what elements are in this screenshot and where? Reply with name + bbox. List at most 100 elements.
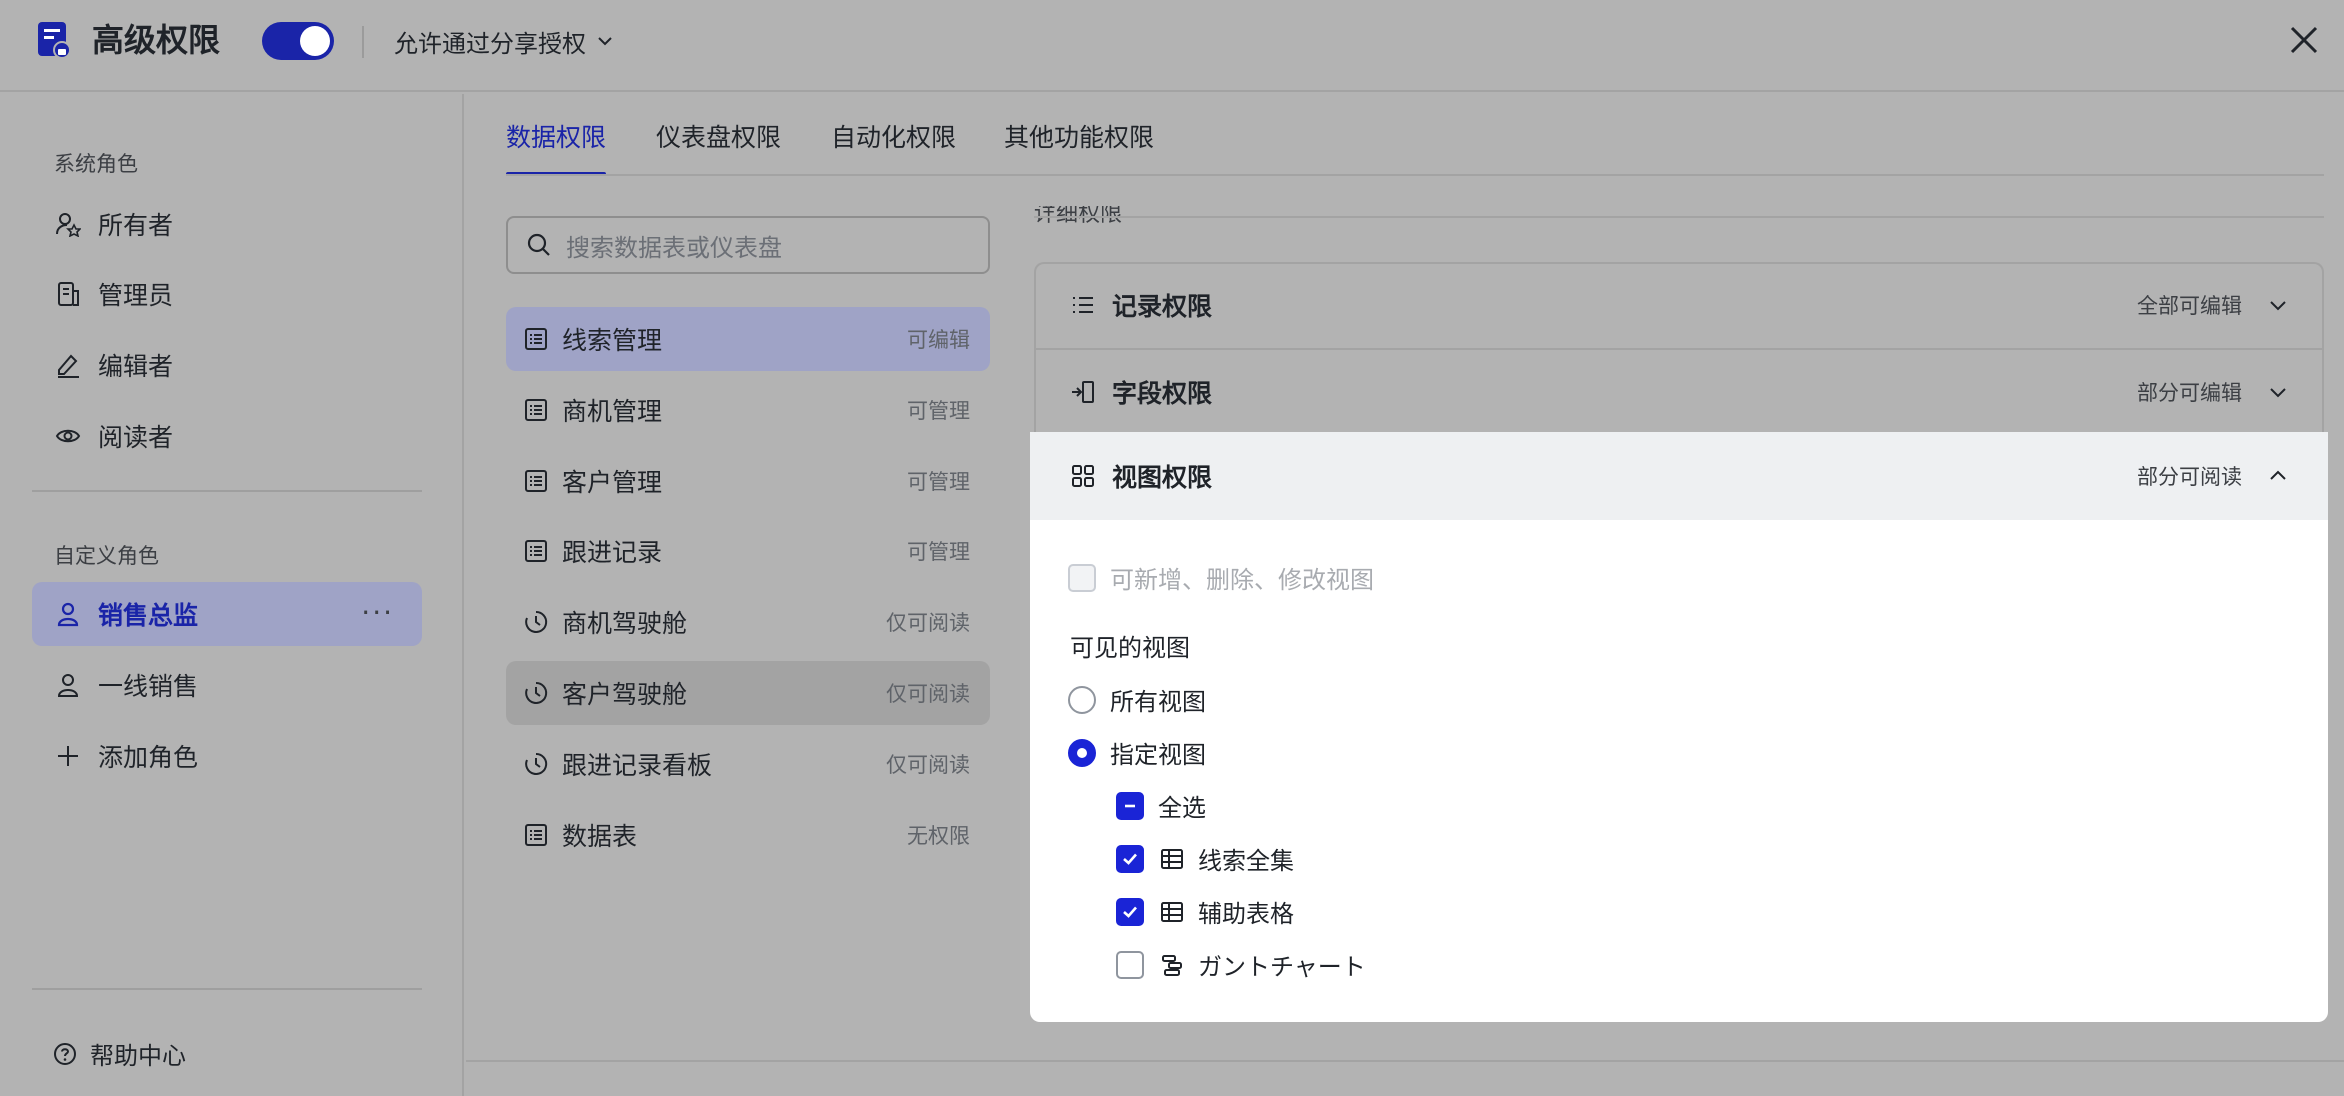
modify-views-checkbox: 可新增、删除、修改视图: [1068, 560, 1374, 595]
table-name: 商机驾驶舱: [562, 609, 688, 638]
list-item[interactable]: 客户驾驶舱 仅可阅读: [506, 661, 990, 725]
view-checkbox-item[interactable]: 线索全集: [1116, 841, 1294, 876]
advanced-permission-toggle[interactable]: [262, 22, 334, 60]
all-views-label: 所有视图: [1110, 688, 1206, 716]
dashboard-icon: [522, 679, 550, 707]
view-permission-panel: [1030, 432, 2328, 1022]
field-permission-row[interactable]: 字段权限 部分可编辑: [1034, 349, 2324, 435]
sidebar-item-label: 管理员: [98, 281, 174, 310]
advanced-permission-icon: [38, 22, 71, 59]
list-item[interactable]: 线索管理 可编辑: [506, 307, 990, 371]
chevron-down-icon: [2270, 301, 2286, 311]
tab-other-permission[interactable]: 其他功能权限: [1004, 118, 1154, 176]
sidebar-item-reader[interactable]: 阅读者: [32, 404, 422, 468]
sidebar-item-label: 所有者: [98, 211, 174, 240]
sidebar-item-editor[interactable]: 编辑者: [32, 333, 422, 397]
view-checkbox-item[interactable]: 辅助表格: [1116, 894, 1294, 929]
field-icon: [1068, 377, 1098, 407]
table-permission: 可管理: [907, 540, 970, 564]
table-name: 客户驾驶舱: [562, 680, 688, 709]
section-status: 部分可阅读: [2137, 465, 2242, 489]
section-status: 全部可编辑: [2137, 294, 2242, 318]
checkbox-checked: [1116, 897, 1144, 926]
checkbox: [1068, 563, 1096, 592]
help-center-link[interactable]: 帮助中心: [52, 1036, 186, 1071]
share-authorization-dropdown[interactable]: 允许通过分享授权: [394, 22, 614, 60]
admin-icon: [54, 280, 82, 308]
specified-views-radio[interactable]: 指定视图: [1068, 735, 1206, 770]
tab-data-permission[interactable]: 数据权限: [506, 118, 607, 176]
list-item[interactable]: 客户管理 可管理: [506, 449, 990, 513]
close-icon[interactable]: [2286, 22, 2322, 58]
list-item[interactable]: 跟进记录看板 仅可阅读: [506, 732, 990, 796]
section-label: 视图权限: [1112, 463, 1213, 492]
radio-selected: [1068, 738, 1096, 767]
gantt-icon: [1158, 951, 1186, 979]
add-role-label: 添加角色: [98, 743, 199, 772]
table-icon: [522, 467, 550, 495]
table-icon: [522, 821, 550, 849]
share-option-label: 允许通过分享授权: [394, 29, 586, 58]
detail-permission-title: 详细权限: [1034, 206, 1123, 227]
help-icon: [52, 1041, 78, 1067]
sidebar-item-label: 销售总监: [98, 601, 199, 630]
sidebar-item-owner[interactable]: 所有者: [32, 192, 422, 256]
editor-icon: [54, 351, 82, 379]
sidebar-divider: [32, 988, 422, 990]
help-center-label: 帮助中心: [90, 1042, 186, 1070]
sidebar-item-frontline-sales[interactable]: 一线销售: [32, 653, 422, 717]
chevron-down-icon: [2270, 388, 2286, 398]
grid-table-icon: [1158, 898, 1186, 926]
view-permission-row[interactable]: 视图权限 部分可阅读: [1030, 432, 2328, 520]
tab-automation-permission[interactable]: 自动化权限: [831, 118, 956, 176]
table-permission: 仅可阅读: [886, 611, 970, 635]
grid-icon: [1068, 461, 1098, 491]
list-item[interactable]: 商机驾驶舱 仅可阅读: [506, 590, 990, 654]
sidebar-divider: [32, 490, 422, 492]
system-roles-title: 系统角色: [54, 152, 138, 176]
table-name: 客户管理: [562, 468, 663, 497]
view-checkbox-item[interactable]: ガントチャート: [1116, 947, 1366, 982]
footer-divider: [466, 1060, 2344, 1062]
checkbox-indeterminate: [1116, 791, 1144, 820]
table-permission: 可编辑: [907, 328, 970, 352]
add-role-button[interactable]: 添加角色: [32, 724, 422, 788]
table-name: 商机管理: [562, 397, 663, 426]
table-permission: 无权限: [907, 824, 970, 848]
table-permission: 仅可阅读: [886, 753, 970, 777]
search-icon: [527, 233, 550, 256]
table-permission: 可管理: [907, 470, 970, 494]
modify-views-label: 可新增、删除、修改视图: [1110, 566, 1374, 594]
view-name: 辅助表格: [1198, 900, 1294, 928]
dashboard-icon: [522, 608, 550, 636]
visible-views-title: 可见的视图: [1070, 634, 1190, 662]
toggle-knob: [300, 26, 330, 56]
tab-dashboard-permission[interactable]: 仪表盘权限: [656, 118, 781, 176]
table-icon: [522, 396, 550, 424]
reader-icon: [54, 422, 82, 450]
radio: [1068, 685, 1096, 714]
sidebar-item-label: 编辑者: [98, 352, 174, 381]
all-views-radio[interactable]: 所有视图: [1068, 682, 1206, 717]
sidebar-item-label: 一线销售: [98, 672, 199, 701]
owner-icon: [54, 210, 82, 238]
search-input[interactable]: 搜索数据表或仪表盘: [506, 216, 990, 274]
list-item[interactable]: 商机管理 可管理: [506, 378, 990, 442]
more-options-icon[interactable]: ···: [361, 596, 394, 629]
plus-icon: [54, 742, 82, 770]
section-label: 记录权限: [1112, 292, 1213, 321]
list-item[interactable]: 数据表 无权限: [506, 803, 990, 867]
dashboard-icon: [522, 750, 550, 778]
select-all-checkbox[interactable]: 全选: [1116, 788, 1206, 823]
sidebar-item-sales-director[interactable]: 销售总监 ···: [32, 582, 422, 646]
table-permission: 仅可阅读: [886, 682, 970, 706]
sidebar-item-admin[interactable]: 管理员: [32, 262, 422, 326]
table-icon: [522, 325, 550, 353]
view-name: ガントチャート: [1198, 953, 1366, 981]
list-icon: [1068, 290, 1098, 320]
header-divider: [362, 26, 364, 58]
table-icon: [522, 537, 550, 565]
list-item[interactable]: 跟进记录 可管理: [506, 519, 990, 583]
record-permission-row[interactable]: 记录权限 全部可编辑: [1034, 262, 2324, 348]
specified-views-label: 指定视图: [1110, 741, 1206, 769]
